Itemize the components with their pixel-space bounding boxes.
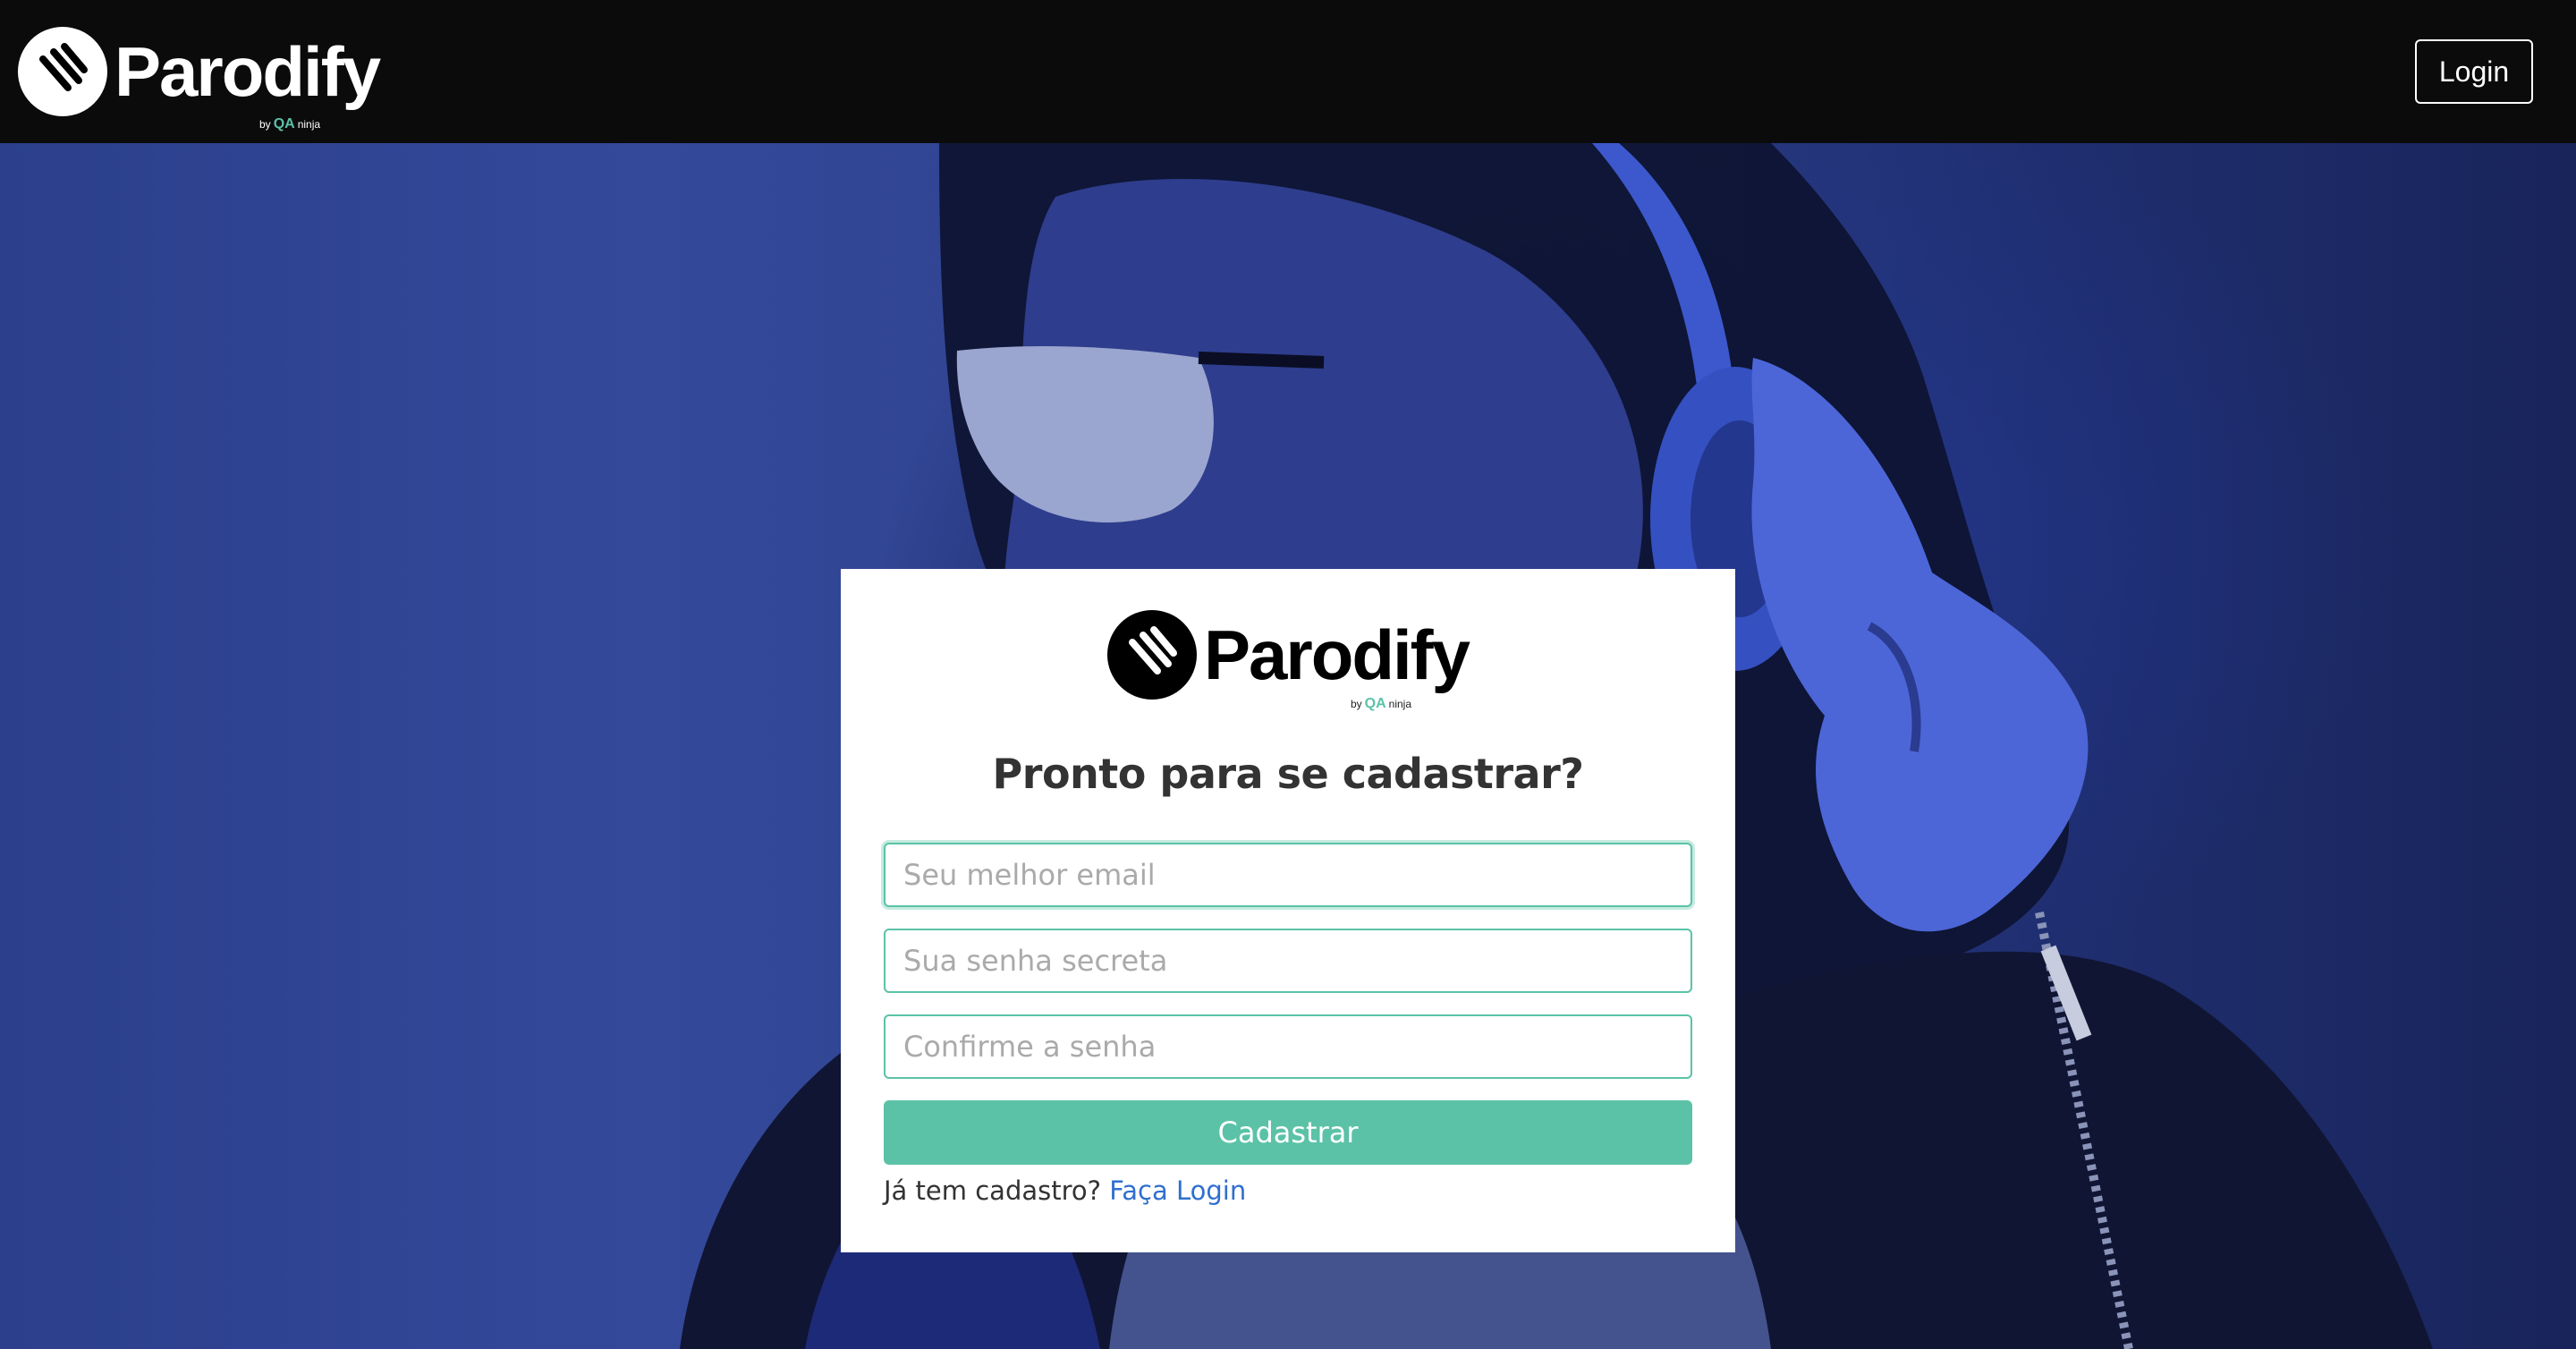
hero-background: Parodify by QA ninja Pronto para se cada… [0, 143, 2576, 1349]
signup-form: Cadastrar [884, 843, 1692, 1165]
login-prompt-text: Já tem cadastro? [884, 1175, 1102, 1206]
brand-name: Parodify [114, 32, 381, 111]
login-prompt: Já tem cadastro? Faça Login [884, 1175, 1692, 1206]
card-brand-logo: Parodify by QA ninja [1106, 610, 1470, 711]
signup-title: Pronto para se cadastrar? [992, 750, 1584, 798]
signup-submit-button[interactable]: Cadastrar [884, 1100, 1692, 1165]
card-brand-byline: by QA ninja [1350, 696, 1411, 711]
header-brand-logo[interactable]: Parodify by QA ninja [18, 27, 381, 132]
header-login-button[interactable]: Login [2415, 39, 2533, 104]
parodify-logo-icon [18, 27, 107, 116]
password-field[interactable] [884, 929, 1692, 993]
confirm-password-field[interactable] [884, 1014, 1692, 1079]
login-link[interactable]: Faça Login [1109, 1175, 1246, 1206]
brand-byline: by QA ninja [259, 116, 321, 132]
card-brand-name: Parodify [1203, 615, 1470, 694]
parodify-logo-icon [1106, 610, 1197, 700]
email-field[interactable] [884, 843, 1692, 907]
top-navbar: Parodify by QA ninja Login [0, 0, 2576, 143]
signup-card: Parodify by QA ninja Pronto para se cada… [841, 569, 1735, 1252]
